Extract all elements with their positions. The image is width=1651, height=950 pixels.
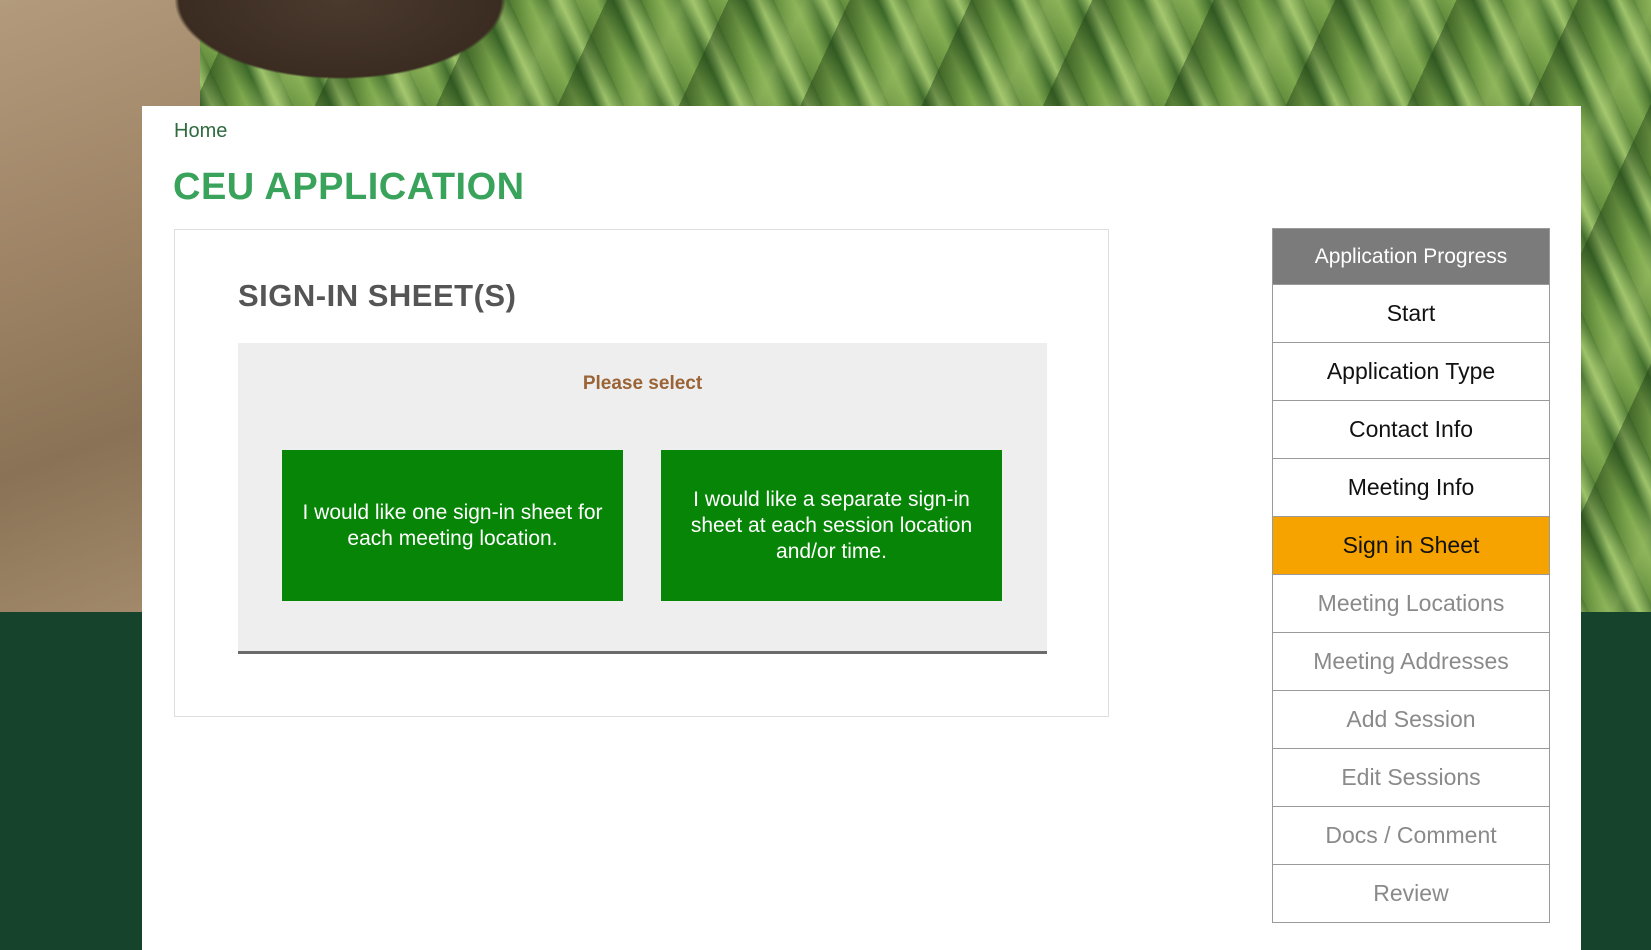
application-progress-nav: Application Progress Start Application T… [1272, 228, 1550, 923]
selection-box: Please select I would like one sign-in s… [238, 343, 1047, 654]
progress-step-edit-sessions: Edit Sessions [1273, 748, 1549, 806]
select-prompt: Please select [582, 373, 703, 394]
section-title: SIGN-IN SHEET(S) [238, 278, 517, 313]
progress-step-contact-info[interactable]: Contact Info [1273, 400, 1549, 458]
sign-in-panel: SIGN-IN SHEET(S) Please select I would l… [174, 229, 1109, 717]
one-sheet-per-location-button[interactable]: I would like one sign-in sheet for each … [282, 450, 623, 601]
progress-step-docs-comment: Docs / Comment [1273, 806, 1549, 864]
progress-header: Application Progress [1273, 229, 1549, 284]
progress-step-start[interactable]: Start [1273, 284, 1549, 342]
breadcrumb-home-link[interactable]: Home [174, 120, 227, 143]
progress-step-review: Review [1273, 864, 1549, 922]
progress-step-sign-in-sheet[interactable]: Sign in Sheet [1273, 516, 1549, 574]
progress-step-meeting-addresses: Meeting Addresses [1273, 632, 1549, 690]
progress-step-application-type[interactable]: Application Type [1273, 342, 1549, 400]
separate-sheet-per-session-button[interactable]: I would like a separate sign-in sheet at… [661, 450, 1002, 601]
page-title: CEU APPLICATION [173, 166, 525, 208]
progress-step-meeting-locations: Meeting Locations [1273, 574, 1549, 632]
progress-step-add-session: Add Session [1273, 690, 1549, 748]
background-person-head [120, 0, 560, 106]
progress-step-meeting-info[interactable]: Meeting Info [1273, 458, 1549, 516]
main-card: Home CEU APPLICATION SIGN-IN SHEET(S) Pl… [142, 106, 1581, 950]
